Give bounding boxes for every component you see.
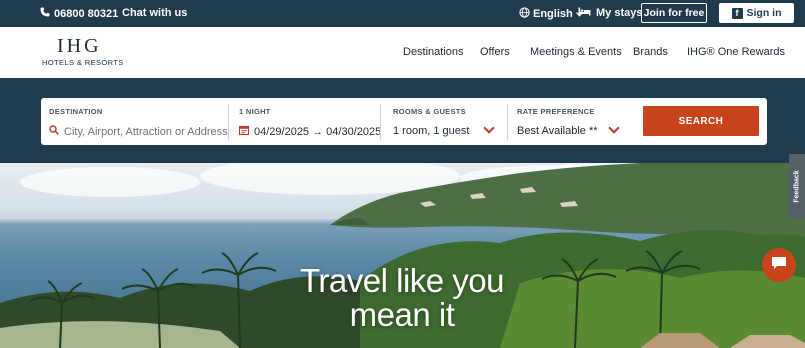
nav-destinations[interactable]: Destinations (403, 46, 464, 58)
nav-meetings-events[interactable]: Meetings & Events (530, 46, 622, 58)
field-divider (380, 104, 381, 140)
facebook-icon: f (731, 7, 743, 19)
dates-field[interactable]: 1 NIGHT 04/29/2025 → 04/30/2025 (238, 98, 381, 145)
rate-preference-value: Best Available ** (517, 125, 598, 137)
destination-input[interactable]: City, Airport, Attraction or Address (64, 126, 228, 138)
rooms-guests-field[interactable]: ROOMS & GUESTS 1 room, 1 guest (393, 98, 498, 145)
feedback-tab[interactable]: Feedback (789, 154, 805, 218)
calendar-icon (238, 125, 250, 138)
logo-wordmark: IHG (57, 35, 102, 57)
hero-headline-line-1: Travel like you (299, 262, 505, 299)
phone-link[interactable]: 06800 80321 (40, 7, 118, 20)
sign-in-button[interactable]: f Sign in (719, 3, 794, 23)
nights-label: 1 NIGHT (239, 107, 271, 116)
rate-preference-field[interactable]: RATE PREFERENCE Best Available ** (517, 98, 627, 145)
chat-icon (771, 256, 787, 275)
search-icon (49, 125, 59, 138)
chat-link[interactable]: Chat with us (122, 7, 187, 19)
my-stays-label: My stays (596, 7, 643, 19)
nav-offers[interactable]: Offers (480, 46, 510, 58)
rate-preference-label: RATE PREFERENCE (517, 107, 595, 116)
logo-tagline: HOTELS & RESORTS (42, 58, 124, 67)
bed-icon (578, 7, 591, 19)
chat-button[interactable] (762, 248, 796, 282)
sign-in-label: Sign in (746, 7, 782, 19)
hero-headline: Travel like you mean it (232, 264, 572, 332)
join-for-free-button[interactable]: Join for free (641, 3, 707, 23)
rooms-guests-value: 1 room, 1 guest (393, 125, 470, 137)
main-header: IHG HOTELS & RESORTS Destinations Offers… (0, 27, 805, 78)
hero-headline-line-2: mean it (349, 296, 455, 333)
rooms-guests-label: ROOMS & GUESTS (393, 107, 466, 116)
utility-bar: 06800 80321 Chat with us English My stay… (0, 0, 805, 27)
nav-one-rewards[interactable]: IHG® One Rewards (687, 46, 785, 58)
destination-label: DESTINATION (49, 107, 103, 116)
feedback-label: Feedback (793, 169, 801, 203)
globe-icon (519, 7, 530, 21)
nav-brands[interactable]: Brands (633, 46, 668, 58)
language-label: English (533, 8, 573, 20)
my-stays-link[interactable]: My stays (578, 7, 642, 19)
language-selector[interactable]: English (519, 7, 583, 21)
search-button[interactable]: SEARCH (643, 106, 759, 136)
ihg-logo[interactable]: IHG HOTELS & RESORTS (42, 36, 124, 67)
date-range-value: 04/29/2025 → 04/30/2025 (254, 125, 382, 138)
field-divider (228, 104, 229, 140)
phone-icon (40, 7, 50, 20)
destination-field[interactable]: DESTINATION City, Airport, Attraction or… (49, 98, 229, 145)
field-divider (507, 104, 508, 140)
phone-number: 06800 80321 (54, 7, 119, 20)
